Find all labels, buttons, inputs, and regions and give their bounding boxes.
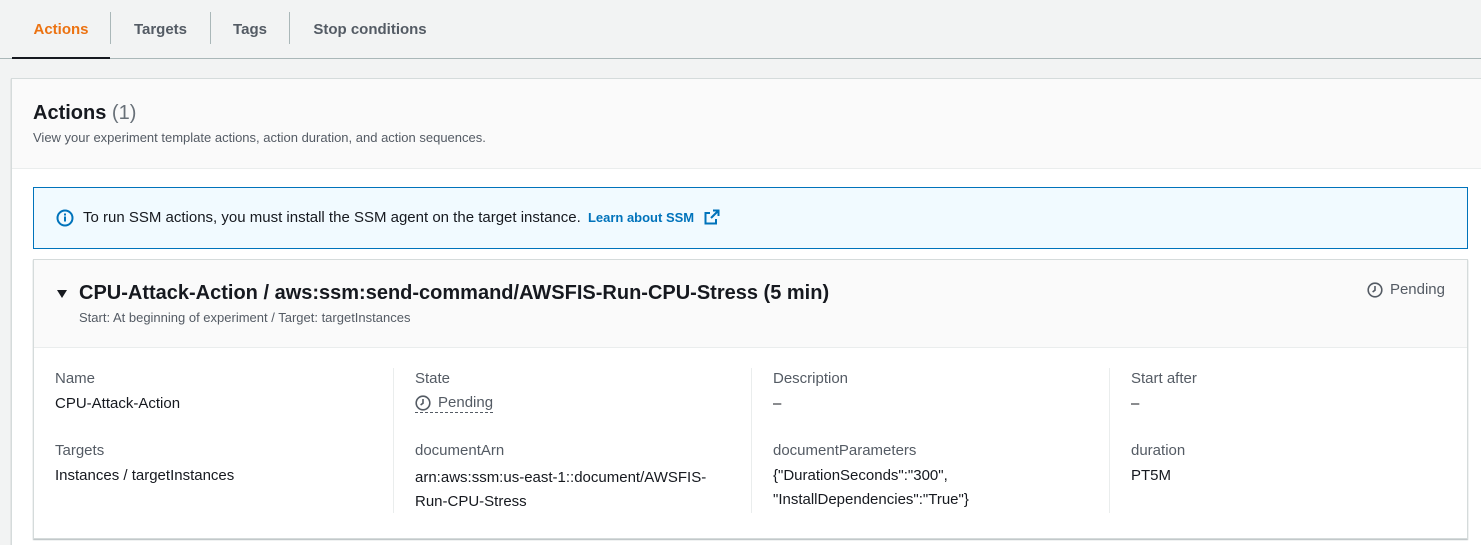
action-panel-header[interactable]: CPU-Attack-Action / aws:ssm:send-command…	[34, 260, 1467, 348]
tab-actions[interactable]: Actions	[12, 0, 110, 59]
document-parameters-value-line2: "InstallDependencies":"True"}	[773, 491, 969, 508]
duration-label: duration	[1131, 442, 1186, 459]
clock-icon	[415, 394, 431, 411]
document-arn-label: documentArn	[415, 442, 505, 459]
document-arn-value-line1: arn:aws:ssm:us-east-1::document/AWSFIS-	[415, 469, 707, 486]
document-parameters-value-line1: {"DurationSeconds":"300",	[773, 467, 948, 484]
state-value-text: Pending	[438, 394, 494, 411]
tab-targets[interactable]: Targets	[111, 0, 210, 58]
state-label: State	[415, 370, 451, 387]
details-column-start-after: Start after – duration PT5M	[1131, 370, 1451, 520]
tab-bar: Actions Targets Tags Stop conditions	[0, 0, 1481, 59]
name-value: CPU-Attack-Action	[55, 395, 181, 412]
alert-text: To run SSM actions, you must install the…	[83, 209, 581, 226]
duration-value: PT5M	[1131, 467, 1172, 484]
details-column-description: Description – documentParameters {"Durat…	[773, 370, 1103, 520]
description-value: –	[773, 395, 782, 412]
document-parameters-label: documentParameters	[773, 442, 917, 459]
info-icon	[56, 209, 74, 227]
action-panel: CPU-Attack-Action / aws:ssm:send-command…	[33, 259, 1468, 539]
start-after-label: Start after	[1131, 370, 1197, 387]
learn-about-ssm-label: Learn about SSM	[587, 210, 695, 225]
section-description: View your experiment template actions, a…	[33, 130, 486, 145]
section-title: Actions (1)	[33, 102, 136, 125]
action-subtitle: Start: At beginning of experiment / Targ…	[79, 310, 411, 325]
targets-value: Instances / targetInstances	[55, 467, 235, 484]
section-title-text: Actions	[33, 102, 107, 124]
tab-tags[interactable]: Tags	[211, 0, 289, 58]
action-status-text: Pending	[1389, 281, 1445, 298]
state-value[interactable]: Pending	[415, 394, 494, 413]
info-alert: To run SSM actions, you must install the…	[33, 187, 1468, 249]
action-title: CPU-Attack-Action / aws:ssm:send-command…	[79, 282, 830, 304]
document-arn-value-line2: Run-CPU-Stress	[415, 493, 527, 510]
external-link-icon	[704, 209, 720, 225]
details-column-state: State Pending documentArn arn:aws:ssm:us…	[415, 370, 745, 520]
column-divider	[393, 368, 394, 513]
details-column-name: Name CPU-Attack-Action Targets Instances…	[55, 370, 385, 520]
action-status: Pending	[1367, 281, 1445, 298]
container-header: Actions (1) View your experiment templat…	[12, 79, 1481, 169]
section-count: (1)	[111, 102, 137, 124]
column-divider	[751, 368, 752, 513]
alert-message: To run SSM actions, you must install the…	[83, 209, 720, 226]
description-label: Description	[773, 370, 849, 387]
targets-label: Targets	[55, 442, 105, 459]
column-divider	[1109, 368, 1110, 513]
tab-stop-conditions[interactable]: Stop conditions	[290, 0, 450, 58]
learn-about-ssm-link[interactable]: Learn about SSM	[587, 209, 720, 225]
actions-container: Actions (1) View your experiment templat…	[11, 78, 1481, 545]
name-label: Name	[55, 370, 96, 387]
clock-icon	[1367, 281, 1383, 298]
start-after-value: –	[1131, 395, 1140, 412]
caret-down-icon[interactable]	[55, 287, 69, 301]
